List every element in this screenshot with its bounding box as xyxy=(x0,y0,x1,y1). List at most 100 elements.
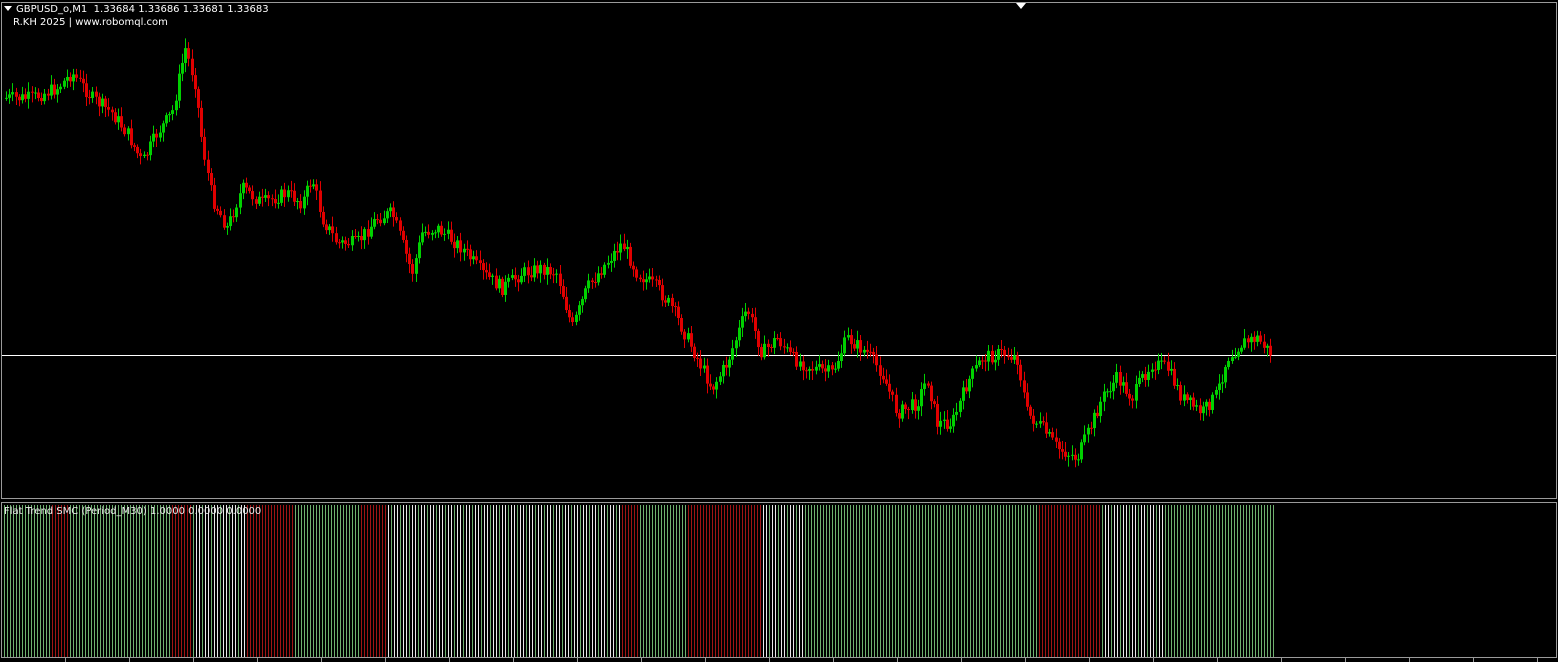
candle-body xyxy=(21,94,24,101)
candle-body xyxy=(440,225,443,235)
candlestick-chart[interactable] xyxy=(2,3,1557,499)
candle-body xyxy=(632,265,635,270)
candle-body xyxy=(1045,422,1048,434)
candle-body xyxy=(1013,355,1016,360)
candle-body xyxy=(395,217,398,221)
candle-body xyxy=(786,347,789,349)
candle-body xyxy=(194,75,197,90)
candle-body xyxy=(152,133,155,142)
triangle-down-icon[interactable] xyxy=(4,6,12,11)
candle-body xyxy=(1087,427,1090,435)
candle-body xyxy=(837,361,840,369)
candle-body xyxy=(107,107,110,110)
candle-body xyxy=(850,335,853,345)
candle-body xyxy=(879,365,882,376)
candle-body xyxy=(335,233,338,243)
candle-body xyxy=(539,264,542,274)
candle-body xyxy=(322,211,325,225)
candle-body xyxy=(559,273,562,287)
candle-body xyxy=(869,351,872,353)
brand-text: R.KH 2025 | www.robomql.com xyxy=(13,17,168,28)
chart-window[interactable]: GBPUSD_o,M1 1.33684 1.33686 1.33681 1.33… xyxy=(0,0,1558,662)
candle-body xyxy=(450,229,453,242)
candle-body xyxy=(1240,347,1243,352)
candle-body xyxy=(379,219,382,224)
candle-body xyxy=(936,403,939,427)
candle-body xyxy=(690,333,693,347)
candle-body xyxy=(1080,442,1083,460)
candle-body xyxy=(693,346,696,358)
candle-body xyxy=(725,364,728,368)
candle-body xyxy=(405,239,408,254)
candle-body xyxy=(1128,393,1131,399)
candle-body xyxy=(133,145,136,147)
candle-body xyxy=(264,195,267,198)
candle-body xyxy=(72,74,75,82)
candle-body xyxy=(747,311,750,314)
candle-body xyxy=(946,419,949,429)
candle-body xyxy=(306,185,309,197)
candle-body xyxy=(376,219,379,221)
candle-body xyxy=(1061,449,1064,452)
candle-body xyxy=(104,98,107,108)
candle-body xyxy=(536,265,539,274)
candle-body xyxy=(687,333,690,340)
chart-header[interactable]: GBPUSD_o,M1 1.33684 1.33686 1.33681 1.33… xyxy=(4,4,269,16)
candle-body xyxy=(840,353,843,362)
candle-body xyxy=(424,231,427,233)
candle-body xyxy=(1154,369,1157,371)
candle-body xyxy=(1035,423,1038,425)
candle-body xyxy=(613,250,616,262)
candle-body xyxy=(645,279,648,283)
candle-body xyxy=(213,185,216,209)
candle-body xyxy=(1115,372,1118,383)
candle-body xyxy=(75,74,78,78)
candle-body xyxy=(1103,391,1106,402)
candle-body xyxy=(363,229,366,241)
candle-body xyxy=(331,226,334,234)
candle-body xyxy=(959,400,962,412)
candle-body xyxy=(853,344,856,349)
chart-shift-triangle-icon[interactable] xyxy=(1016,3,1026,9)
candle-body xyxy=(171,110,174,114)
candle-body xyxy=(882,375,885,380)
candle-body xyxy=(18,96,21,101)
candle-body xyxy=(1215,389,1218,395)
candle-body xyxy=(1147,371,1150,380)
candle-body xyxy=(200,107,203,137)
candle-body xyxy=(607,262,610,265)
candle-body xyxy=(280,189,283,203)
candle-body xyxy=(475,256,478,261)
candle-body xyxy=(63,80,66,87)
candle-body xyxy=(1176,385,1179,387)
candle-body xyxy=(1173,368,1176,386)
candle-body xyxy=(1227,361,1230,368)
candle-body xyxy=(47,93,50,96)
candle-body xyxy=(735,340,738,349)
candle-body xyxy=(1151,369,1154,372)
candle-body xyxy=(859,340,862,353)
candle-body xyxy=(776,338,779,340)
candle-body xyxy=(888,383,891,392)
candle-body xyxy=(661,285,664,301)
candle-body xyxy=(546,267,549,275)
candle-body xyxy=(731,348,734,360)
indicator-pane[interactable] xyxy=(1,502,1557,658)
candle-body xyxy=(863,349,866,353)
candle-body xyxy=(610,261,613,263)
candle-body xyxy=(802,361,805,371)
candle-body xyxy=(232,216,235,218)
candle-body xyxy=(856,340,859,349)
candle-body xyxy=(706,365,709,384)
candle-body xyxy=(699,358,702,369)
candle-body xyxy=(37,92,40,99)
candle-body xyxy=(101,98,104,107)
price-chart-pane[interactable] xyxy=(1,2,1557,499)
candle-body xyxy=(1096,412,1099,417)
candle-body xyxy=(184,48,187,63)
candle-body xyxy=(456,240,459,249)
candle-body xyxy=(543,264,546,275)
candle-body xyxy=(738,327,741,341)
candle-body xyxy=(754,317,757,331)
candle-body xyxy=(427,231,430,235)
